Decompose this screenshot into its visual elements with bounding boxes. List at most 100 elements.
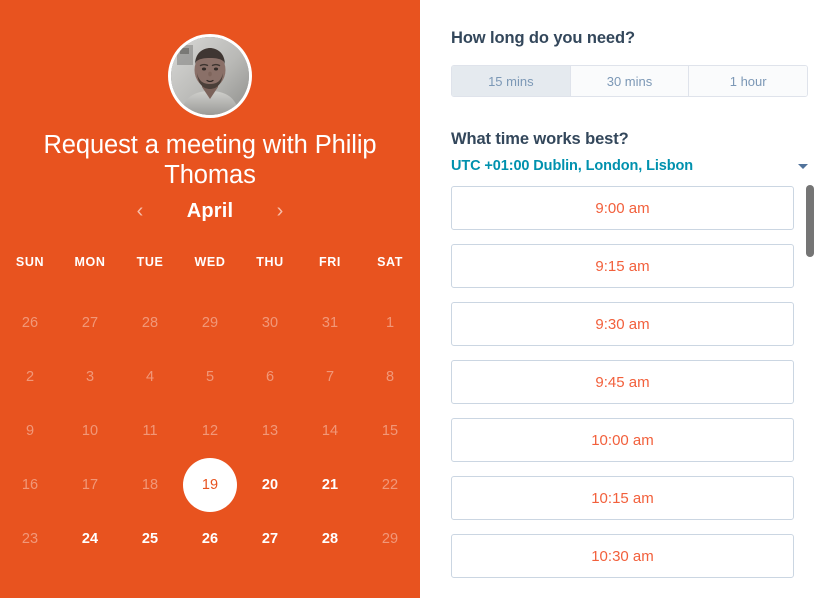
month-label: April bbox=[186, 199, 234, 222]
calendar-day-number: 4 bbox=[145, 369, 155, 385]
calendar-day-number: 12 bbox=[201, 423, 219, 439]
duration-option-1-hour[interactable]: 1 hour bbox=[689, 66, 807, 96]
calendar-day-12: 12 bbox=[180, 404, 240, 458]
time-slot-button[interactable]: 10:15 am bbox=[451, 476, 794, 520]
calendar-day-27[interactable]: 27 bbox=[240, 512, 300, 566]
calendar-days-grid: 26 27 28 29 30 31 1 2 3 4 5 6 7 8 9 10 11 12 13 14 15 16 17 18 1… bbox=[0, 296, 420, 566]
calendar-day-30: 30 bbox=[240, 296, 300, 350]
calendar-day-24[interactable]: 24 bbox=[60, 512, 120, 566]
calendar-day-4: 4 bbox=[120, 350, 180, 404]
calendar-day-22: 22 bbox=[360, 458, 420, 512]
calendar-day-number: 28 bbox=[321, 531, 339, 547]
calendar-day-8: 8 bbox=[360, 350, 420, 404]
calendar-day-number: 2 bbox=[25, 369, 35, 385]
time-slots-scrollbar-track[interactable] bbox=[804, 185, 814, 601]
calendar-day-18: 18 bbox=[120, 458, 180, 512]
time-slot-button[interactable]: 9:15 am bbox=[451, 244, 794, 288]
time-slot-button[interactable]: 10:30 am bbox=[451, 534, 794, 578]
booking-panel: How long do you need? 15 mins 30 mins 1 ho… bbox=[420, 0, 832, 601]
time-slot-button[interactable]: 9:00 am bbox=[451, 186, 794, 230]
calendar-day-number: 27 bbox=[261, 531, 279, 547]
calendar-day-number: 15 bbox=[381, 423, 399, 439]
time-slots-list: 9:00 am 9:15 am 9:30 am 9:45 am 10:00 am 10:1… bbox=[451, 186, 808, 578]
calendar-day-14: 14 bbox=[300, 404, 360, 458]
month-navigation: ‹ April › bbox=[0, 196, 420, 226]
calendar-day-21[interactable]: 21 bbox=[300, 458, 360, 512]
calendar-day-9: 9 bbox=[0, 404, 60, 458]
calendar-day-number: 3 bbox=[85, 369, 95, 385]
calendar-day-23: 23 bbox=[0, 512, 60, 566]
calendar-day-26: 26 bbox=[0, 296, 60, 350]
calendar-day-15: 15 bbox=[360, 404, 420, 458]
calendar-day-29: 29 bbox=[360, 512, 420, 566]
calendar-day-3: 3 bbox=[60, 350, 120, 404]
calendar-day-number: 11 bbox=[142, 423, 158, 439]
calendar-day-number: 1 bbox=[385, 315, 395, 331]
calendar-day-number: 29 bbox=[201, 315, 219, 331]
time-slot-button[interactable]: 10:00 am bbox=[451, 418, 794, 462]
timezone-selector[interactable]: UTC +01:00 Dublin, London, Lisbon bbox=[451, 157, 808, 175]
weekday-label: SUN bbox=[15, 255, 45, 269]
calendar-day-31: 31 bbox=[300, 296, 360, 350]
weekday-label: SAT bbox=[377, 255, 403, 269]
calendar-day-6: 6 bbox=[240, 350, 300, 404]
calendar-day-number: 23 bbox=[21, 531, 39, 547]
calendar-day-number: 16 bbox=[21, 477, 39, 493]
calendar-day-number: 18 bbox=[141, 477, 159, 493]
calendar-day-25[interactable]: 25 bbox=[120, 512, 180, 566]
calendar-day-number: 10 bbox=[81, 423, 99, 439]
calendar-day-26[interactable]: 26 bbox=[180, 512, 240, 566]
duration-segmented-control: 15 mins 30 mins 1 hour bbox=[451, 65, 808, 97]
calendar-day-1: 1 bbox=[360, 296, 420, 350]
calendar-panel: Request a meeting with Philip Thomas ‹ A… bbox=[0, 0, 420, 598]
calendar-day-number: 14 bbox=[321, 423, 339, 439]
time-slots-scrollbar-thumb[interactable] bbox=[806, 185, 814, 257]
calendar-day-number: 6 bbox=[265, 369, 275, 385]
chevron-right-icon[interactable]: › bbox=[272, 201, 288, 221]
calendar-day-13: 13 bbox=[240, 404, 300, 458]
time-slots-viewport: 9:00 am 9:15 am 9:30 am 9:45 am 10:00 am 10:1… bbox=[451, 186, 808, 601]
meeting-scheduler-page: Request a meeting with Philip Thomas ‹ A… bbox=[0, 0, 832, 601]
calendar-day-16: 16 bbox=[0, 458, 60, 512]
calendar-day-29: 29 bbox=[180, 296, 240, 350]
calendar-day-number: 26 bbox=[201, 531, 219, 547]
calendar-day-number: 26 bbox=[21, 315, 39, 331]
calendar-day-number: 5 bbox=[205, 369, 215, 385]
time-slot-button[interactable]: 9:45 am bbox=[451, 360, 794, 404]
chevron-down-icon[interactable] bbox=[798, 163, 808, 169]
calendar-day-17: 17 bbox=[60, 458, 120, 512]
page-title: Request a meeting with Philip Thomas bbox=[43, 131, 377, 189]
time-slot-button[interactable]: 9:30 am bbox=[451, 302, 794, 346]
calendar-day-number: 29 bbox=[381, 531, 399, 547]
duration-option-30-mins[interactable]: 30 mins bbox=[570, 66, 690, 96]
calendar-day-7: 7 bbox=[300, 350, 360, 404]
calendar-day-28: 28 bbox=[120, 296, 180, 350]
duration-option-15-mins[interactable]: 15 mins bbox=[452, 66, 571, 96]
calendar-day-number: 19 bbox=[183, 458, 237, 512]
avatar-photo bbox=[171, 37, 249, 115]
weekday-label: FRI bbox=[319, 255, 341, 269]
weekday-header: SUN MON TUE WED THU FRI SAT bbox=[0, 255, 420, 269]
time-heading: What time works best? bbox=[451, 130, 629, 148]
calendar-day-20[interactable]: 20 bbox=[240, 458, 300, 512]
calendar-day-28[interactable]: 28 bbox=[300, 512, 360, 566]
calendar-day-number: 9 bbox=[25, 423, 35, 439]
calendar-day-number: 22 bbox=[381, 477, 399, 493]
timezone-label: UTC +01:00 Dublin, London, Lisbon bbox=[451, 158, 693, 174]
calendar-day-number: 31 bbox=[321, 315, 339, 331]
calendar-day-27: 27 bbox=[60, 296, 120, 350]
calendar-day-number: 8 bbox=[385, 369, 395, 385]
calendar-day-number: 17 bbox=[81, 477, 99, 493]
avatar bbox=[168, 34, 252, 118]
calendar-day-number: 25 bbox=[141, 531, 159, 547]
calendar-day-5: 5 bbox=[180, 350, 240, 404]
calendar-day-number: 28 bbox=[141, 315, 159, 331]
weekday-label: THU bbox=[256, 255, 284, 269]
weekday-label: WED bbox=[194, 255, 226, 269]
calendar-day-number: 7 bbox=[325, 369, 335, 385]
calendar-day-11: 11 bbox=[120, 404, 180, 458]
calendar-day-19[interactable]: 19 bbox=[180, 458, 240, 512]
calendar-day-10: 10 bbox=[60, 404, 120, 458]
chevron-left-icon[interactable]: ‹ bbox=[132, 201, 148, 221]
weekday-label: TUE bbox=[136, 255, 164, 269]
